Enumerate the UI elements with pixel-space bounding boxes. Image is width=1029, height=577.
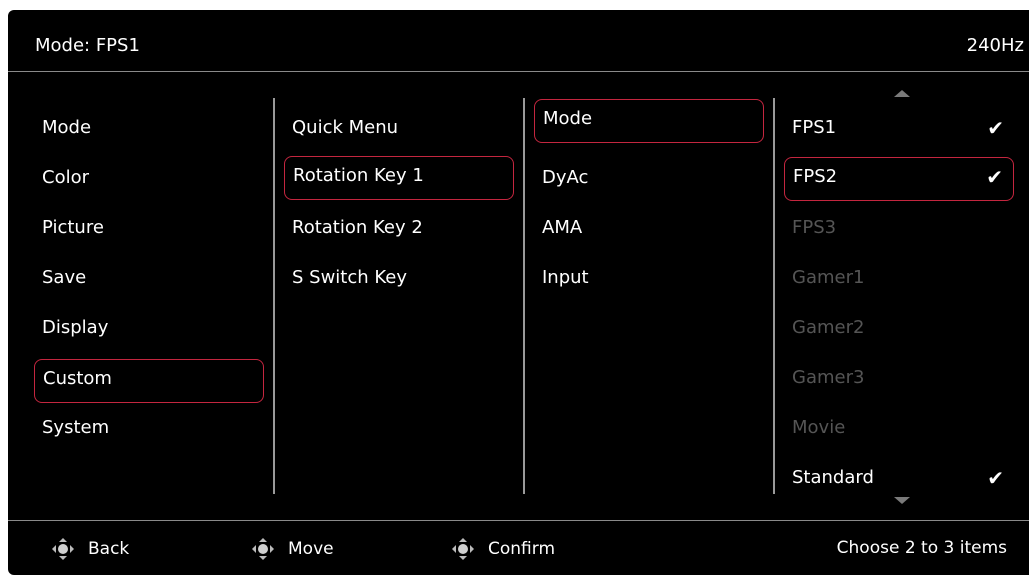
joystick-right-icon (452, 538, 474, 560)
option-item-mode[interactable]: Mode (534, 99, 764, 143)
submenu-item-s-switch-key[interactable]: S Switch Key (284, 258, 514, 298)
menu-item-save[interactable]: Save (34, 258, 264, 298)
submenu-item-quick-menu[interactable]: Quick Menu (284, 108, 514, 148)
checkmark-icon: ✔ (986, 165, 1003, 189)
value-item-label: Gamer3 (792, 367, 865, 388)
menu-item-system[interactable]: System (34, 408, 264, 448)
confirm-label: Confirm (488, 539, 556, 559)
joystick-left-icon (52, 538, 74, 560)
checkmark-icon: ✔ (987, 116, 1004, 140)
submenu-item-label: S Switch Key (292, 267, 408, 288)
menu-item-label: Custom (43, 368, 112, 389)
value-item-gamer3[interactable]: Gamer3 (784, 358, 1014, 398)
value-item-fps1[interactable]: FPS1 ✔ (784, 108, 1014, 148)
value-item-label: FPS3 (792, 217, 837, 238)
option-item-label: Input (542, 267, 589, 288)
refresh-rate: 240Hz (966, 35, 1024, 56)
scroll-down-arrow-icon[interactable] (894, 497, 910, 504)
joystick-up-down-icon (252, 538, 274, 560)
selection-hint: Choose 2 to 3 items (836, 538, 1007, 558)
menu-item-label: System (42, 417, 110, 438)
column-divider (273, 98, 275, 494)
menu-item-display[interactable]: Display (34, 308, 264, 348)
mode-title: Mode: FPS1 (35, 35, 140, 56)
value-item-label: FPS2 (793, 166, 838, 187)
footer-divider (8, 520, 1029, 521)
osd-header: Mode: FPS1 240Hz (8, 10, 1029, 70)
option-item-input[interactable]: Input (534, 258, 764, 298)
column-divider (773, 98, 775, 494)
menu-item-label: Picture (42, 217, 104, 238)
submenu-item-rotation-key-2[interactable]: Rotation Key 2 (284, 208, 514, 248)
menu-item-color[interactable]: Color (34, 158, 264, 198)
scroll-up-arrow-icon[interactable] (894, 90, 910, 97)
menu-item-picture[interactable]: Picture (34, 208, 264, 248)
confirm-hint[interactable]: Confirm (452, 538, 555, 560)
option-item-ama[interactable]: AMA (534, 208, 764, 248)
value-item-fps2[interactable]: FPS2 ✔ (784, 157, 1014, 201)
menu-item-mode[interactable]: Mode (34, 108, 264, 148)
move-label: Move (288, 539, 334, 559)
value-item-standard[interactable]: Standard ✔ (784, 458, 1014, 498)
option-item-label: DyAc (542, 167, 589, 188)
checkmark-icon: ✔ (987, 466, 1004, 490)
submenu-item-label: Rotation Key 2 (292, 217, 423, 238)
value-item-movie[interactable]: Movie (784, 408, 1014, 448)
menu-item-label: Color (42, 167, 89, 188)
option-item-label: AMA (542, 217, 583, 238)
value-item-label: Gamer1 (792, 267, 865, 288)
osd-footer: Back Move Confirm Choose 2 to 3 items (8, 522, 1029, 575)
column-divider (523, 98, 525, 494)
option-item-label: Mode (543, 108, 593, 129)
menu-item-label: Save (42, 267, 87, 288)
value-item-label: Movie (792, 417, 846, 438)
header-divider (8, 71, 1029, 72)
menu-item-label: Mode (42, 117, 92, 138)
value-item-gamer2[interactable]: Gamer2 (784, 308, 1014, 348)
value-item-label: Standard (792, 467, 874, 488)
value-item-label: FPS1 (792, 117, 837, 138)
osd-window: Mode: FPS1 240Hz Mode Color Picture Save… (8, 10, 1029, 575)
value-item-gamer1[interactable]: Gamer1 (784, 258, 1014, 298)
menu-item-custom[interactable]: Custom (34, 359, 264, 403)
submenu-item-label: Rotation Key 1 (293, 165, 424, 186)
submenu-item-rotation-key-1[interactable]: Rotation Key 1 (284, 156, 514, 200)
value-item-label: Gamer2 (792, 317, 865, 338)
move-hint[interactable]: Move (252, 538, 334, 560)
back-hint[interactable]: Back (52, 538, 129, 560)
value-item-fps3[interactable]: FPS3 (784, 208, 1014, 248)
option-item-dyac[interactable]: DyAc (534, 158, 764, 198)
back-label: Back (88, 539, 130, 559)
submenu-item-label: Quick Menu (292, 117, 399, 138)
menu-item-label: Display (42, 317, 109, 338)
